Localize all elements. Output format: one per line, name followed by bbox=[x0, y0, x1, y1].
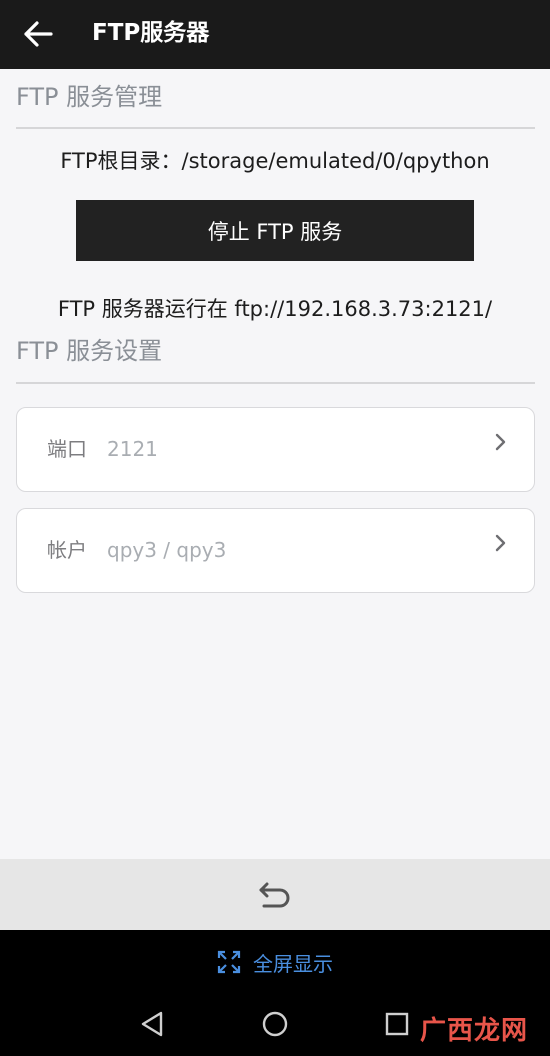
undo-button[interactable] bbox=[255, 875, 295, 915]
stop-ftp-button[interactable]: 停止 FTP 服务 bbox=[76, 200, 474, 261]
back-triangle-icon bbox=[141, 1011, 163, 1037]
bottom-toolbar bbox=[0, 859, 550, 930]
page-title: FTP服务器 bbox=[92, 20, 210, 46]
undo-icon bbox=[259, 882, 290, 907]
expand-icon bbox=[217, 950, 241, 974]
chevron-right-icon bbox=[495, 534, 506, 552]
server-address-text: FTP 服务器运行在 ftp://192.168.3.73:2121/ bbox=[57, 297, 493, 321]
recents-square-icon bbox=[385, 1012, 409, 1036]
setting-label: 端口 bbox=[47, 437, 87, 461]
setting-account[interactable]: 帐户 qpy3 / qpy3 bbox=[16, 508, 535, 593]
root-directory-text: FTP根目录：/storage/emulated/0/qpython bbox=[60, 149, 490, 173]
setting-port[interactable]: 端口 2121 bbox=[16, 407, 535, 492]
section-title-settings: FTP 服务设置 bbox=[16, 337, 163, 365]
back-button[interactable] bbox=[18, 14, 58, 54]
setting-value: qpy3 / qpy3 bbox=[107, 538, 227, 562]
setting-value: 2121 bbox=[107, 437, 158, 461]
divider bbox=[16, 382, 535, 384]
fullscreen-toggle[interactable]: 全屏显示 bbox=[0, 946, 550, 978]
arrow-left-icon bbox=[24, 21, 53, 47]
fullscreen-label: 全屏显示 bbox=[253, 951, 333, 976]
app-bar: FTP服务器 bbox=[0, 0, 550, 69]
nav-back-button[interactable] bbox=[134, 1006, 170, 1042]
nav-recents-button[interactable] bbox=[379, 1006, 415, 1042]
setting-label: 帐户 bbox=[47, 538, 87, 562]
divider bbox=[16, 127, 535, 129]
section-title-management: FTP 服务管理 bbox=[16, 83, 163, 111]
home-circle-icon bbox=[262, 1011, 288, 1037]
nav-home-button[interactable] bbox=[257, 1006, 293, 1042]
chevron-right-icon bbox=[495, 433, 506, 451]
watermark: 广西龙网 bbox=[420, 1016, 529, 1046]
